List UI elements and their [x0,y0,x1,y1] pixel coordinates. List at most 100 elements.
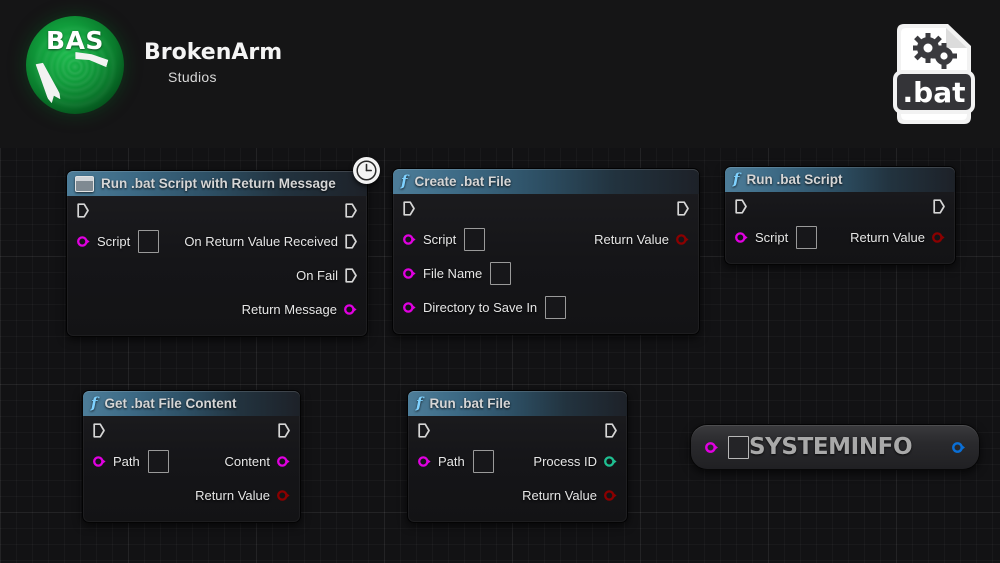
node-create-bat-file[interactable]: f Create .bat File Script Return Value File … [392,168,700,335]
systeminfo-input-pin[interactable] [705,441,718,454]
pin-line: Return Value [83,478,300,512]
input-value-field[interactable] [472,449,494,473]
output-pin-row [679,290,699,324]
output-pin-process-id[interactable] [604,455,617,468]
input-value-field[interactable] [138,229,160,253]
exec-out-pin[interactable] [345,203,357,218]
input-pin-label: Path [113,453,140,469]
function-icon: f [401,172,408,190]
exec-in-pin[interactable] [93,423,105,438]
node-title: Create .bat File [414,173,512,189]
node-header-run-bat-file[interactable]: f Run .bat File [408,391,627,416]
pin-grid: Script Return Value File Name Directory to … [393,222,699,324]
output-pin-return-message[interactable] [344,303,357,316]
input-pin-script[interactable] [77,235,90,248]
output-pin-label: Return Value [522,487,597,503]
node-run-bat-script[interactable]: f Run .bat Script Script Return Value [724,166,956,265]
output-pin-row: Process ID [523,444,627,478]
exec-in-pin[interactable] [418,423,430,438]
pin-line: File Name [393,256,699,290]
function-icon: f [416,394,423,412]
exec-in-pin[interactable] [735,199,747,214]
bone-shard-icon [33,60,62,104]
node-header-create-bat-file[interactable]: f Create .bat File [393,169,699,194]
node-run-bat-script-with-return-message[interactable]: Run .bat Script with Return Message Scrip… [66,157,380,337]
pin-line: On Fail [67,258,367,292]
input-pin-label: Script [423,231,457,247]
input-value-field[interactable] [796,225,818,249]
input-value-field[interactable] [464,227,486,251]
systeminfo-value-box[interactable] [728,435,749,459]
input-pin-row: Path [408,444,504,478]
output-pin-return-value[interactable] [604,489,617,502]
input-pin-script[interactable] [403,233,416,246]
input-pin-script[interactable] [735,231,748,244]
input-pin-label: File Name [423,265,483,281]
input-pin-row: Directory to Save In [393,290,576,324]
output-pin-return-value[interactable] [932,231,945,244]
node-header-get-bat-file-content[interactable]: f Get .bat File Content [83,391,300,416]
output-pin-row: Return Value [512,478,627,512]
clock-icon [353,157,380,184]
node-header-run-bat-script[interactable]: f Run .bat Script [725,167,955,192]
input-pin-row: File Name [393,256,521,290]
pin-line: Script Return Value [725,220,955,254]
input-pin-directory-to-save-in[interactable] [403,301,416,314]
pin-line: Script On Return Value Received [67,224,367,258]
pin-grid: Path Process ID Return Value [408,444,627,512]
input-pin-label: Path [438,453,465,469]
output-pin-row: Return Value [584,222,699,256]
node-run-bat-file[interactable]: f Run .bat File Path Process ID Return Value [407,390,628,523]
input-pin-path[interactable] [418,455,431,468]
node-body: Script Return Value [725,192,955,264]
output-pin-row: Return Message [232,292,367,326]
input-pin-path[interactable] [93,455,106,468]
input-value-field[interactable] [147,449,169,473]
output-pin-return-value[interactable] [676,233,689,246]
node-title: Get .bat File Content [104,395,237,411]
exec-out-pin[interactable] [933,199,945,214]
exec-out-pin[interactable] [278,423,290,438]
node-footer-spacer [408,512,627,522]
node-header-run-bat-script-with-return-message[interactable]: Run .bat Script with Return Message [67,171,367,196]
exec-out-pin[interactable] [605,423,617,438]
exec-in-pin[interactable] [77,203,89,218]
node-get-bat-file-content[interactable]: f Get .bat File Content Path Content Return … [82,390,301,523]
bat-file-badge: .bat [890,20,978,128]
input-pin-row: Script [67,224,169,258]
exec-in-pin[interactable] [403,201,415,216]
input-value-field[interactable] [490,261,512,285]
input-pin-file-name[interactable] [403,267,416,280]
systeminfo-output-pin[interactable] [952,441,965,454]
output-pin-label: Process ID [533,453,597,469]
exec-out-pin[interactable] [677,201,689,216]
output-pin-label: Return Value [594,231,669,247]
pin-line: Path Content [83,444,300,478]
input-pin-label: Directory to Save In [423,299,538,315]
studio-name: BrokenArm [144,40,283,66]
window-latent-icon [75,175,94,192]
output-exec-pin-on-return-value-received[interactable] [345,233,357,249]
pin-grid: Script Return Value [725,220,955,254]
output-exec-pin-on-fail[interactable] [345,267,357,283]
input-pin-label: Script [755,229,789,245]
node-footer-spacer [725,254,955,264]
node-body: Path Content Return Value [83,416,300,522]
output-pin-row [679,256,699,290]
node-footer-spacer [393,324,699,334]
blueprint-graph-canvas[interactable]: BAS BrokenArm Studios .bat Run .bat Scri… [0,0,1000,563]
output-pin-row: On Fail [286,258,367,292]
function-icon: f [91,394,98,412]
studio-subtitle: Studios [168,68,217,85]
input-pin-row [67,258,87,292]
output-pin-content[interactable] [277,455,290,468]
input-value-field[interactable] [545,295,567,319]
input-pin-row [67,292,87,326]
input-pin-row [408,478,428,512]
output-pin-label: Content [224,453,270,469]
node-systeminfo[interactable]: SYSTEMINFO [690,424,980,470]
broken-bone-logo-icon: BAS [26,16,124,114]
output-pin-label: Return Value [850,229,925,245]
output-pin-label: Return Message [241,301,337,317]
output-pin-return-value[interactable] [277,489,290,502]
